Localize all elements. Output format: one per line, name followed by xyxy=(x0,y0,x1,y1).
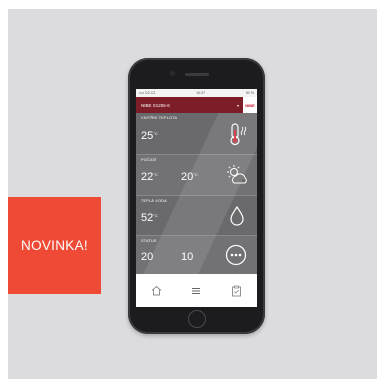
clipboard-icon xyxy=(232,285,242,296)
phone-mockup: •••• O2-CZ 10:37 80 % NIBE S1255-6 ▾ NIB… xyxy=(128,58,265,334)
nav-tasks[interactable] xyxy=(225,279,249,303)
indoor-temperature-tile[interactable]: VNITŘNÍ TEPLOTA 25°C xyxy=(136,113,257,154)
clock-text: 10:37 xyxy=(196,91,206,95)
more-icon[interactable] xyxy=(225,244,247,266)
tile-label: VNITŘNÍ TEPLOTA xyxy=(141,116,178,120)
nav-home[interactable] xyxy=(144,279,168,303)
chevron-down-icon: ▾ xyxy=(236,103,239,108)
nav-menu[interactable] xyxy=(184,279,208,303)
battery-text: 80 % xyxy=(246,91,254,95)
home-button[interactable] xyxy=(187,310,206,328)
tile-label: POČASÍ xyxy=(141,158,157,162)
camera-icon xyxy=(170,71,175,76)
speaker-grille xyxy=(184,73,209,76)
tile-label: STATUS xyxy=(141,239,157,243)
indoor-temp-value: 25°C xyxy=(141,130,158,142)
new-badge-label: NOVINKA! xyxy=(21,238,88,253)
hot-water-tile[interactable]: TEPLÁ VODA 52°C xyxy=(136,195,257,235)
weather-icon xyxy=(227,165,247,184)
hot-water-value: 52°C xyxy=(141,212,158,224)
status-value-2: 10 xyxy=(181,251,194,263)
device-selector[interactable]: NIBE S1255-6 ▾ NIBE xyxy=(136,97,257,113)
water-drop-icon xyxy=(230,205,244,226)
home-icon xyxy=(151,285,161,296)
tile-label: TEPLÁ VODA xyxy=(141,199,167,203)
status-bar: •••• O2-CZ 10:37 80 % xyxy=(136,89,257,97)
weather-value-1: 22°C xyxy=(141,171,158,183)
status-value-1: 20 xyxy=(141,251,154,263)
carrier-text: •••• O2-CZ xyxy=(139,91,156,95)
menu-icon xyxy=(192,287,201,294)
new-badge: NOVINKA! xyxy=(8,197,101,294)
status-tile[interactable]: STATUS 20 10 xyxy=(136,235,257,274)
thermometer-icon xyxy=(230,123,247,146)
app-screen: •••• O2-CZ 10:37 80 % NIBE S1255-6 ▾ NIB… xyxy=(136,89,257,307)
device-name: NIBE S1255-6 xyxy=(141,102,170,108)
weather-tile[interactable]: POČASÍ 22°C 20°C xyxy=(136,154,257,195)
bottom-nav xyxy=(136,274,257,307)
weather-value-2: 20°C xyxy=(181,171,198,183)
brand-logo: NIBE xyxy=(243,97,257,113)
